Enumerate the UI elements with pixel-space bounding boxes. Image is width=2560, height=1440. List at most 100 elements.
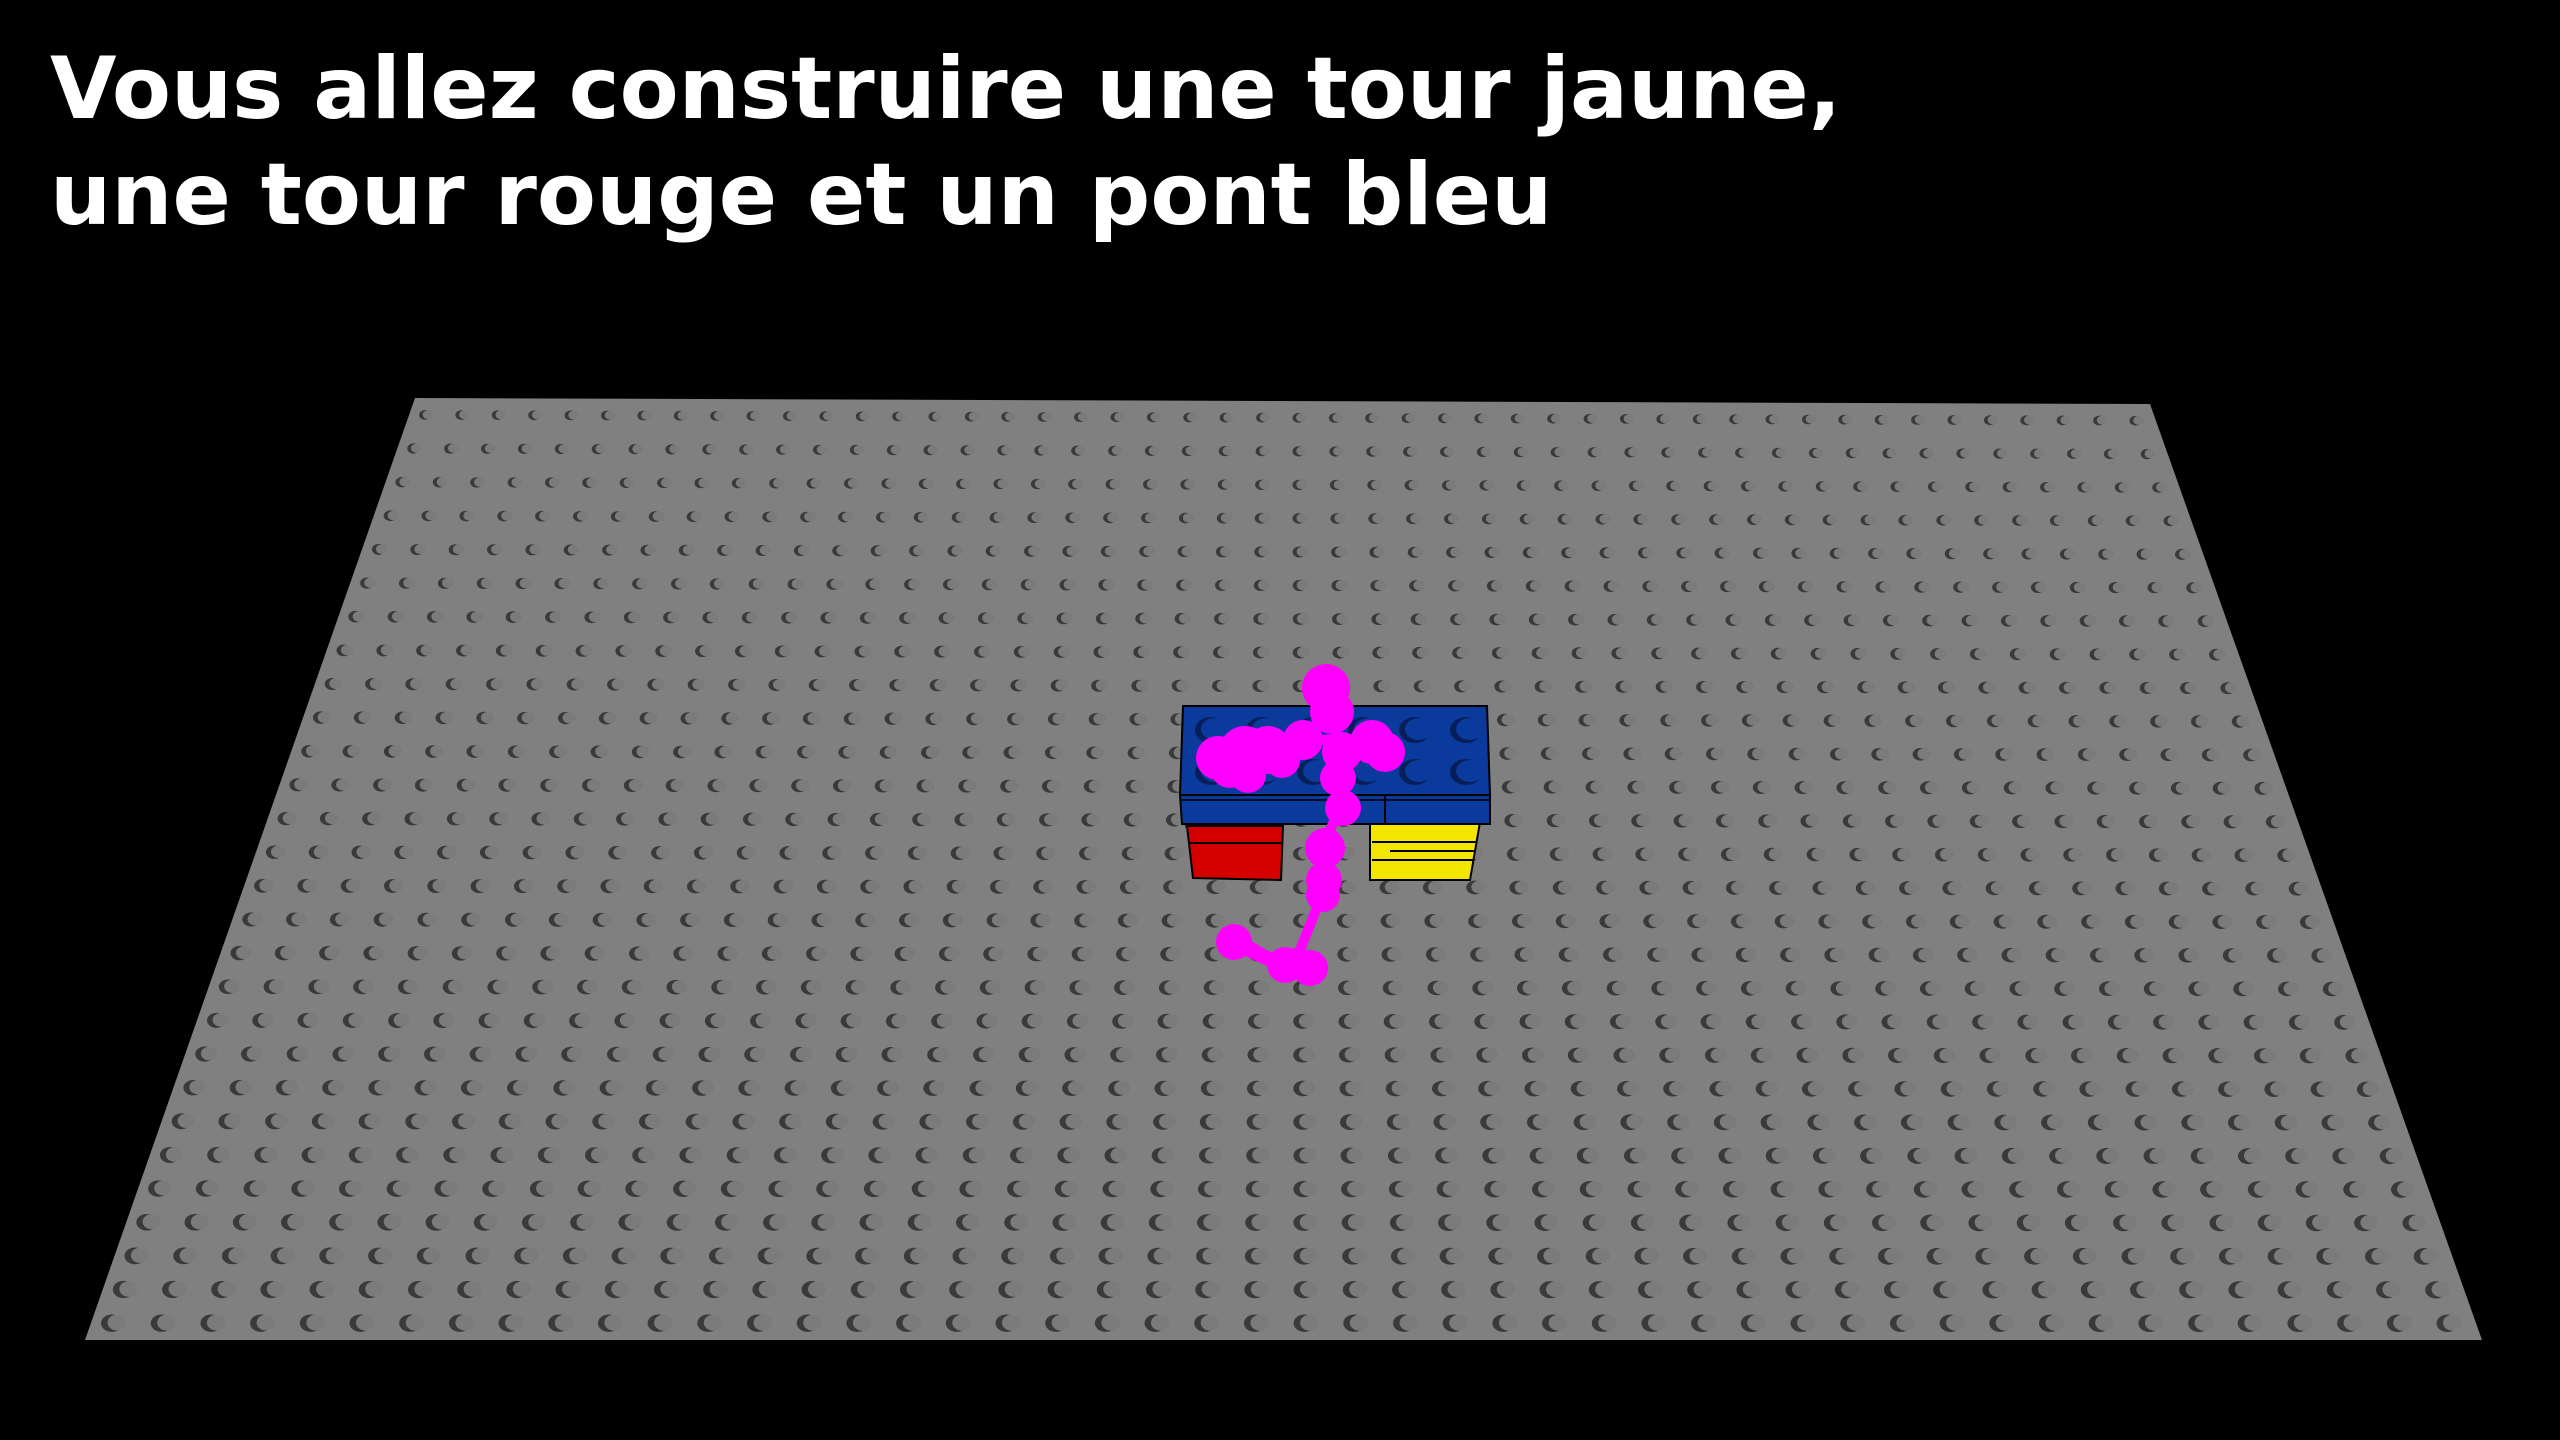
baseplate-stud <box>1184 479 1196 489</box>
baseplate-stud <box>442 845 457 859</box>
baseplate-stud <box>611 678 625 690</box>
baseplate-stud <box>1718 547 1731 558</box>
baseplate-stud <box>982 1014 998 1028</box>
baseplate-stud <box>698 1080 715 1095</box>
baseplate-stud <box>2129 515 2142 526</box>
baseplate-stud <box>1807 1081 1825 1096</box>
baseplate-stud <box>611 1281 630 1297</box>
baseplate-stud <box>1632 480 1644 491</box>
baseplate-stud <box>632 444 644 454</box>
baseplate-stud <box>1160 1080 1177 1095</box>
baseplate-stud <box>1729 614 1742 625</box>
baseplate-stud <box>1143 546 1155 557</box>
baseplate-stud <box>2133 782 2148 794</box>
baseplate-stud <box>1520 480 1532 490</box>
baseplate-stud <box>985 980 1001 994</box>
baseplate-stud <box>1648 1314 1667 1331</box>
baseplate-stud <box>891 1013 908 1028</box>
baseplate-stud <box>345 879 361 892</box>
baseplate-stud <box>259 879 274 892</box>
baseplate-stud <box>583 1181 602 1196</box>
baseplate-stud <box>1788 514 1801 525</box>
baseplate-stud <box>1251 1214 1270 1230</box>
baseplate-stud <box>1431 947 1447 961</box>
trace-dot <box>1306 878 1340 912</box>
baseplate-stud <box>1823 914 1839 928</box>
baseplate-stud <box>1636 814 1651 827</box>
baseplate-stud <box>1202 1248 1221 1264</box>
baseplate-stud <box>1864 514 1877 525</box>
baseplate-stud <box>2122 1048 2139 1062</box>
baseplate-stud <box>2264 1214 2282 1230</box>
baseplate-stud <box>368 946 384 960</box>
baseplate-stud <box>2110 1181 2129 1197</box>
baseplate-stud <box>1732 414 1744 424</box>
baseplate-stud <box>1795 548 1807 558</box>
baseplate-stud <box>675 578 688 589</box>
baseplate-stud <box>914 1214 932 1230</box>
baseplate-stud <box>1886 448 1898 458</box>
baseplate-stud <box>1490 1181 1508 1196</box>
baseplate-stud <box>2024 415 2035 425</box>
baseplate-stud <box>710 1013 727 1028</box>
baseplate-stud <box>732 679 746 690</box>
baseplate-stud <box>1787 714 1801 726</box>
baseplate-stud <box>1391 1081 1409 1096</box>
baseplate-stud <box>665 1013 681 1028</box>
baseplate-stud <box>2059 981 2076 995</box>
baseplate-stud <box>1415 613 1428 625</box>
baseplate-stud <box>2017 815 2032 827</box>
baseplate-stud <box>1396 1214 1414 1230</box>
baseplate-stud <box>1259 479 1270 490</box>
baseplate-stud <box>500 645 513 656</box>
baseplate-stud <box>1894 648 1908 659</box>
baseplate-stud <box>463 1281 482 1297</box>
baseplate-stud <box>411 1113 428 1129</box>
baseplate-stud <box>328 1080 345 1095</box>
baseplate-stud <box>641 913 657 926</box>
baseplate-stud <box>1031 512 1043 523</box>
baseplate-stud <box>1392 1114 1410 1129</box>
baseplate-stud <box>1579 1114 1597 1129</box>
baseplate-stud <box>399 477 411 487</box>
baseplate-stud <box>1001 445 1012 455</box>
baseplate-stud <box>1456 647 1470 658</box>
baseplate-stud <box>1890 814 1905 827</box>
baseplate-stud <box>2124 748 2138 760</box>
baseplate-stud <box>879 779 894 792</box>
baseplate-stud <box>830 578 843 590</box>
baseplate-stud <box>1796 1014 1813 1029</box>
baseplate-stud <box>1573 1047 1590 1062</box>
baseplate-stud <box>644 1114 662 1129</box>
baseplate-stud <box>257 1013 274 1027</box>
baseplate-stud <box>1336 613 1349 624</box>
baseplate-stud <box>1525 1014 1541 1028</box>
baseplate-stud <box>1742 1281 1761 1297</box>
baseplate-stud <box>2234 1281 2253 1298</box>
baseplate-stud <box>2087 1281 2106 1298</box>
baseplate-stud <box>2023 1014 2039 1029</box>
baseplate-stud <box>2006 482 2018 492</box>
baseplate-stud <box>1342 914 1358 927</box>
baseplate-stud <box>1693 1281 1712 1297</box>
baseplate-stud <box>1872 548 1884 559</box>
baseplate-stud <box>1801 581 1814 592</box>
baseplate-stud <box>804 511 816 522</box>
baseplate-stud <box>917 512 930 522</box>
baseplate-stud <box>1063 1147 1081 1163</box>
baseplate-stud <box>490 678 504 690</box>
baseplate-stud <box>1546 1281 1565 1297</box>
baseplate-stud <box>1564 947 1580 961</box>
baseplate-stud <box>1070 1047 1087 1062</box>
baseplate-stud <box>2213 1048 2231 1062</box>
baseplate-stud <box>1121 947 1137 961</box>
baseplate-stud <box>1781 1214 1800 1230</box>
baseplate-stud <box>470 611 483 622</box>
baseplate-stud <box>1982 848 1998 861</box>
baseplate-stud <box>779 645 792 657</box>
baseplate-stud <box>1821 681 1835 693</box>
baseplate-stud <box>142 1214 161 1230</box>
baseplate-stud <box>1706 1014 1722 1028</box>
baseplate-stud <box>325 812 339 825</box>
baseplate-stud <box>1818 1148 1836 1163</box>
